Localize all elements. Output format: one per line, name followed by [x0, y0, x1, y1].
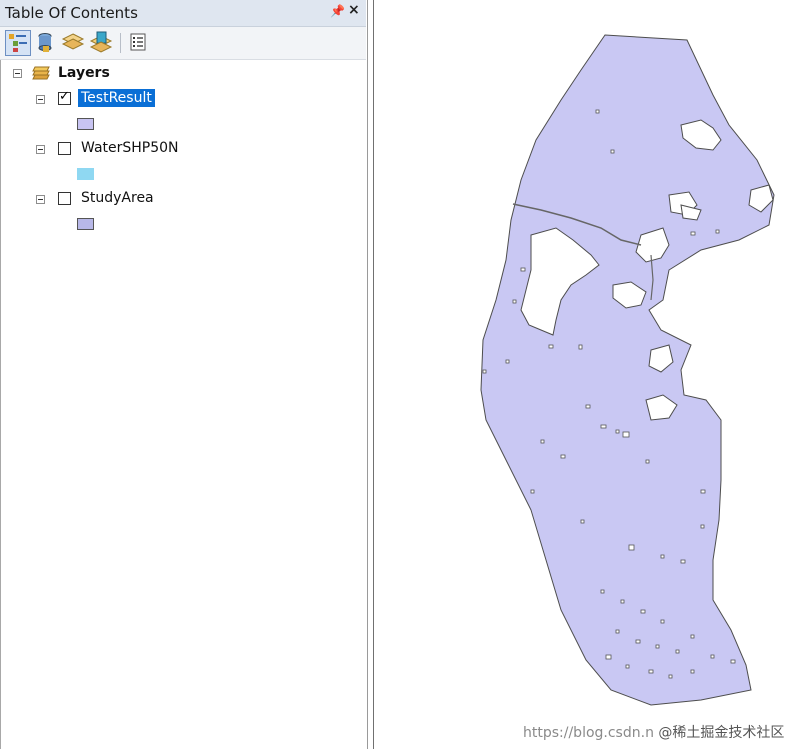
studyarea-visibility-checkbox[interactable]: [58, 192, 71, 205]
testresult-symbol-swatch[interactable]: [77, 118, 94, 130]
map-canvas[interactable]: [374, 0, 803, 749]
options-icon[interactable]: [126, 30, 152, 56]
layers-collapse-toggle[interactable]: [13, 69, 22, 78]
pin-icon[interactable]: 📌: [330, 4, 345, 18]
map-display[interactable]: [373, 0, 803, 749]
layers-icon: [31, 65, 51, 87]
studyarea-symbol-swatch[interactable]: [77, 218, 94, 230]
toolbar-separator: [120, 33, 121, 53]
toc-title: Table Of Contents: [5, 4, 138, 22]
watermark-url: https://blog.csdn.n: [523, 725, 654, 741]
layer-name-testresult[interactable]: TestResult: [78, 89, 155, 107]
toc-toolbar: [0, 27, 366, 60]
testresult-visibility-checkbox[interactable]: ✓: [58, 92, 71, 105]
layers-root-label[interactable]: Layers: [58, 65, 110, 81]
close-icon[interactable]: ×: [348, 2, 360, 18]
watermark-brand: @稀土掘金技术社区: [658, 725, 784, 741]
watershp50n-collapse-toggle[interactable]: [36, 145, 45, 154]
layer-name-watershp50n[interactable]: WaterSHP50N: [81, 140, 179, 156]
layer-name-studyarea[interactable]: StudyArea: [81, 190, 154, 206]
toc-title-bar: Table Of Contents 📌 ×: [0, 0, 366, 27]
table-of-contents-panel: Table Of Contents 📌 ×: [0, 0, 368, 749]
watershp50n-visibility-checkbox[interactable]: [58, 142, 71, 155]
list-by-source-icon[interactable]: [33, 30, 59, 56]
list-by-selection-icon[interactable]: [89, 30, 115, 56]
watershp50n-symbol-swatch[interactable]: [77, 168, 94, 180]
watermark: https://blog.csdn.n @稀土掘金技术社区: [523, 722, 784, 742]
list-by-visibility-icon[interactable]: [61, 30, 87, 56]
testresult-polygon: [481, 35, 774, 705]
layer-tree: Layers ✓ TestResult WaterSHP50N StudyAre…: [0, 60, 366, 749]
studyarea-collapse-toggle[interactable]: [36, 195, 45, 204]
list-by-drawing-order-icon[interactable]: [5, 30, 31, 56]
testresult-collapse-toggle[interactable]: [36, 95, 45, 104]
